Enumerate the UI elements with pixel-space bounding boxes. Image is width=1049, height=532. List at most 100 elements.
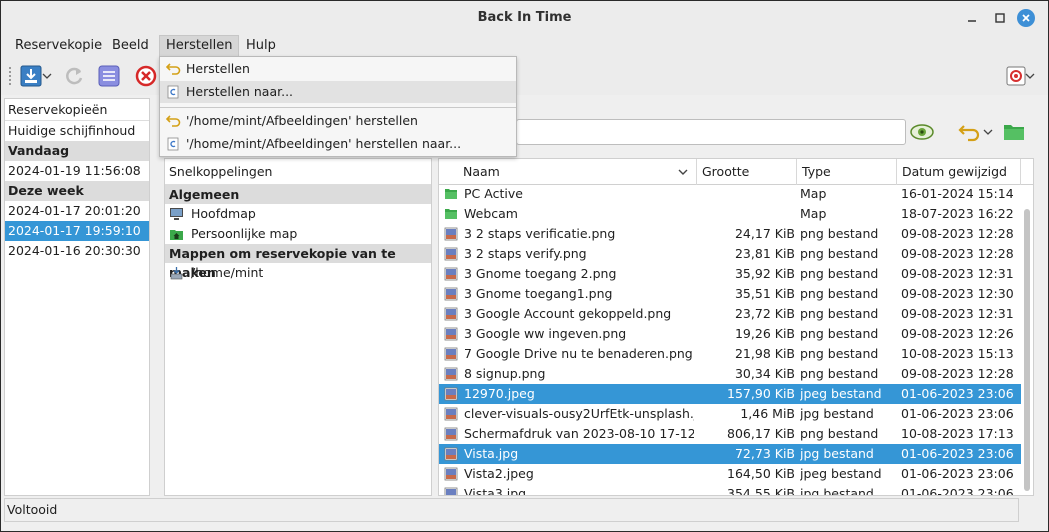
menu-item-restore[interactable]: Herstellen	[160, 58, 516, 80]
column-name[interactable]: Naam	[439, 159, 697, 185]
menu-herstellen[interactable]: Herstellen	[159, 35, 240, 57]
file-size: 72,73 KiB	[734, 446, 795, 461]
file-type: Map	[800, 186, 827, 201]
image-file-icon	[444, 427, 458, 441]
column-date[interactable]: Datum gewijzigd	[897, 159, 1021, 185]
toolbar-grip[interactable]	[9, 67, 12, 85]
minimize-icon[interactable]	[963, 9, 981, 27]
open-folder-icon[interactable]	[1002, 121, 1026, 143]
file-list: Naam Grootte Type Datum gewijzigd PC Act…	[438, 158, 1034, 496]
menu-bar: Reservekopie Beeld Herstellen Hulp	[1, 35, 1048, 57]
shortcuts-group-general: Algemeen	[165, 185, 431, 204]
shortcuts-header[interactable]: Snelkoppelingen	[165, 159, 431, 185]
menu-hulp[interactable]: Hulp	[240, 35, 282, 57]
file-row[interactable]: 3 2 staps verificatie.png 24,17 KiB png be…	[439, 224, 1021, 244]
file-name: Vista2.jpeg	[464, 466, 534, 481]
column-type[interactable]: Type	[797, 159, 897, 185]
file-date: 10-08-2023 15:13	[901, 346, 1014, 361]
restore-to-icon	[167, 137, 179, 151]
snapshot-log-icon[interactable]	[97, 64, 121, 88]
chevron-down-icon[interactable]	[41, 64, 53, 88]
file-row[interactable]: 8 signup.png 30,34 KiB png bestand 09-08-20…	[439, 364, 1021, 384]
chevron-down-icon[interactable]	[1024, 64, 1036, 88]
menu-beeld[interactable]: Beeld	[106, 35, 155, 57]
backup-item[interactable]: Huidige schijfinhoud	[5, 121, 149, 141]
file-name: 3 2 staps verificatie.png	[464, 226, 616, 241]
backup-item[interactable]: 2024-01-17 20:01:20	[5, 201, 149, 221]
shortcut-label: Hoofdmap	[191, 206, 256, 221]
vertical-scrollbar[interactable]	[1024, 209, 1030, 491]
file-type: png bestand	[800, 266, 879, 281]
file-name: Webcam	[464, 206, 518, 221]
file-type: jpg bestand	[800, 446, 874, 461]
file-rows: PC Active Map 16-01-2024 15:14 Webcam Map 18-…	[439, 184, 1021, 496]
file-size: 806,17 KiB	[727, 426, 795, 441]
file-date: 01-06-2023 23:06	[901, 446, 1014, 461]
file-size: 35,92 KiB	[734, 266, 795, 281]
show-hidden-eye-icon[interactable]	[908, 121, 936, 143]
image-file-icon	[444, 347, 458, 361]
shortcut-home[interactable]: Persoonlijke map	[165, 224, 431, 244]
backup-item[interactable]: 2024-01-17 19:59:10	[5, 221, 149, 241]
take-snapshot-icon[interactable]	[19, 64, 43, 88]
file-name: 3 Gnome toegang 2.png	[464, 266, 617, 281]
image-file-icon	[444, 487, 458, 495]
refresh-icon[interactable]	[62, 64, 86, 88]
restore-arrow-icon[interactable]	[958, 120, 982, 144]
menu-reservekopie[interactable]: Reservekopie	[9, 35, 108, 57]
file-name: 3 Google Account gekoppeld.png	[464, 306, 672, 321]
file-row[interactable]: Vista3.jpg 354,55 KiB jpg bestand 01-06-202…	[439, 484, 1021, 496]
file-row[interactable]: PC Active Map 16-01-2024 15:14	[439, 184, 1021, 204]
file-date: 01-06-2023 23:06	[901, 466, 1014, 481]
menu-item-restore-to[interactable]: Herstellen naar...	[160, 81, 516, 103]
file-date: 01-06-2023 23:06	[901, 486, 1014, 496]
file-date: 09-08-2023 12:28	[901, 366, 1014, 381]
shortcut-root[interactable]: Hoofdmap	[165, 204, 431, 224]
menu-item-restore-folder-to[interactable]: '/home/mint/Afbeeldingen' herstellen naa…	[160, 133, 516, 155]
home-folder-icon	[170, 230, 183, 240]
file-row[interactable]: Schermafdruk van 2023-08-10 17-12-... 806…	[439, 424, 1021, 444]
file-type: png bestand	[800, 246, 879, 261]
file-size: 23,81 KiB	[734, 246, 795, 261]
image-file-icon	[444, 387, 458, 401]
file-row[interactable]: 7 Google Drive nu te benaderen.png 21,98 …	[439, 344, 1021, 364]
file-row[interactable]: 3 2 staps verify.png 23,81 KiB png bestand…	[439, 244, 1021, 264]
image-file-icon	[444, 287, 458, 301]
menu-separator	[160, 107, 516, 108]
remove-snapshot-icon[interactable]	[134, 64, 158, 88]
file-name: 7 Google Drive nu te benaderen.png	[464, 346, 693, 361]
file-row[interactable]: Vista2.jpeg 164,50 KiB jpeg bestand 01-06-2…	[439, 464, 1021, 484]
file-row[interactable]: clever-visuals-ousy2UrfEtk-unsplash.j...…	[439, 404, 1021, 424]
backup-item[interactable]: 2024-01-19 11:56:08	[5, 161, 149, 181]
image-file-icon	[444, 227, 458, 241]
file-row[interactable]: 3 Google Account gekoppeld.png 23,72 KiB p…	[439, 304, 1021, 324]
file-type: jpeg bestand	[800, 466, 882, 481]
file-size: 354,55 KiB	[727, 486, 795, 496]
file-row[interactable]: 12970.jpeg 157,90 KiB jpeg bestand 01-06-20…	[439, 384, 1021, 404]
title-bar[interactable]: Back In Time	[1, 1, 1048, 35]
file-row[interactable]: 3 Gnome toegang 2.png 35,92 KiB png bestan…	[439, 264, 1021, 284]
file-size	[697, 204, 795, 224]
shortcut-home-mint[interactable]: /home/mint	[165, 263, 431, 283]
menu-item-restore-folder[interactable]: '/home/mint/Afbeeldingen' herstellen	[160, 110, 516, 132]
file-row[interactable]: Webcam Map 18-07-2023 16:22	[439, 204, 1021, 224]
column-size[interactable]: Grootte	[697, 159, 797, 185]
file-date: 18-07-2023 16:22	[901, 206, 1014, 221]
path-input[interactable]	[516, 119, 906, 145]
file-row[interactable]: Vista.jpg 72,73 KiB jpg bestand 01-06-2023 …	[439, 444, 1021, 464]
close-icon[interactable]	[1017, 9, 1035, 27]
file-date: 01-06-2023 23:06	[901, 406, 1014, 421]
backup-item[interactable]: 2024-01-16 20:30:30	[5, 241, 149, 261]
file-row[interactable]: 3 Gnome toegang1.png 35,51 KiB png bestand…	[439, 284, 1021, 304]
file-name: 3 2 staps verify.png	[464, 246, 587, 261]
file-type: jpg bestand	[800, 486, 874, 496]
chevron-down-icon[interactable]	[982, 120, 994, 144]
drive-folder-icon	[170, 267, 183, 280]
file-date: 09-08-2023 12:26	[901, 326, 1014, 341]
backups-header[interactable]: Reservekopieën	[5, 99, 149, 121]
file-name: PC Active	[464, 186, 523, 201]
file-row[interactable]: 3 Google ww ingeven.png 19,26 KiB png best…	[439, 324, 1021, 344]
restore-arrow-icon	[166, 63, 181, 75]
file-name: 3 Gnome toegang1.png	[464, 286, 613, 301]
maximize-icon[interactable]	[991, 9, 1009, 27]
